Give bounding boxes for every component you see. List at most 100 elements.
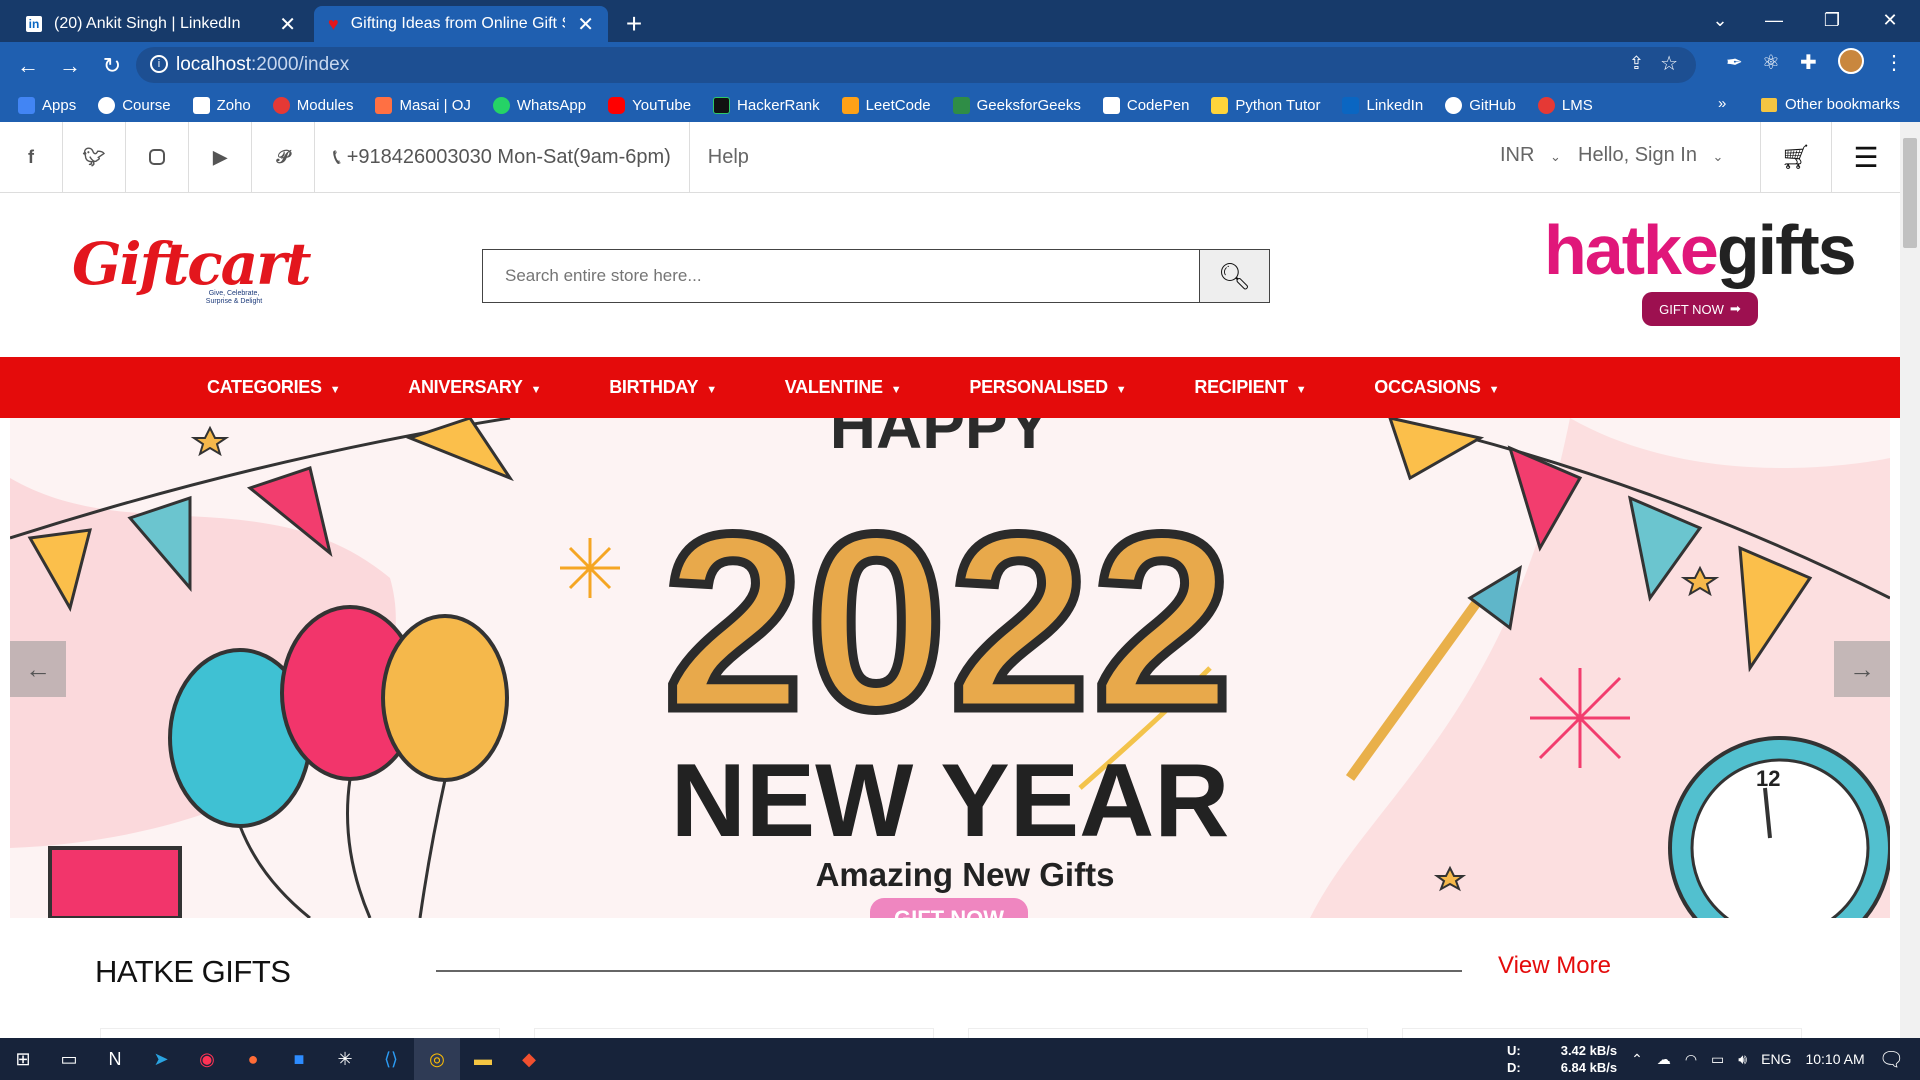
bookmark-apps[interactable]: Apps (18, 97, 76, 114)
bookmarks-overflow-icon[interactable]: » (1718, 95, 1726, 112)
currency-selector[interactable]: INR ⌄ (1500, 144, 1561, 167)
tab-giftcart[interactable]: ♥ Gifting Ideas from Online Gift Sto ✕ (314, 6, 608, 42)
instagram-icon[interactable] (126, 122, 189, 193)
chrome-icon[interactable]: ◎ (414, 1038, 460, 1080)
battery-icon[interactable]: ▭ (1711, 1051, 1724, 1068)
section-title: HATKE GIFTS (95, 954, 291, 989)
bookmark-zoho[interactable]: Zoho (192, 97, 251, 114)
file-explorer-icon[interactable]: ▬ (460, 1038, 506, 1080)
bookmark-lms[interactable]: LMS (1537, 97, 1593, 114)
nav-birthday[interactable]: BIRTHDAY ▼ (609, 377, 717, 398)
postman-icon[interactable]: ● (230, 1038, 276, 1080)
screen-recorder-icon[interactable]: ◉ (184, 1038, 230, 1080)
tab-linkedin[interactable]: in (20) Ankit Singh | LinkedIn ✕ (12, 6, 310, 42)
product-card[interactable] (534, 1028, 934, 1038)
product-card[interactable] (1402, 1028, 1802, 1038)
volume-icon[interactable]: 🔊︎ (1738, 1051, 1747, 1068)
slack-icon[interactable]: ✳ (322, 1038, 368, 1080)
chevron-up-icon[interactable]: ⌃ (1631, 1051, 1643, 1068)
site-info-icon[interactable]: i (150, 55, 168, 73)
bookmark-geeksforgeeks[interactable]: GeeksforGeeks (952, 97, 1081, 114)
facebook-icon[interactable]: f (0, 122, 63, 193)
scrollbar-thumb[interactable] (1903, 138, 1917, 248)
hamburger-menu-button[interactable]: ☰ (1832, 122, 1900, 193)
product-card[interactable] (100, 1028, 500, 1038)
forward-icon[interactable]: → (50, 53, 90, 79)
url-bar[interactable]: i localhost:2000/index ⇪ ☆ (136, 47, 1696, 83)
pen-extension-icon[interactable]: ✒ (1726, 50, 1743, 75)
vscode-icon[interactable]: ⟨⟩ (368, 1038, 414, 1080)
cart-icon: 🛒︎ (1780, 144, 1812, 171)
task-view-icon[interactable]: ▭ (46, 1038, 92, 1080)
nav-valentine[interactable]: VALENTINE ▼ (785, 377, 902, 398)
nav-recipient[interactable]: RECIPIENT ▼ (1194, 377, 1306, 398)
chevron-down-icon: ▼ (1115, 384, 1127, 396)
twitter-icon[interactable]: 🐦︎ (63, 122, 126, 193)
bookmark-course[interactable]: Course (98, 97, 171, 114)
search-button[interactable]: 🔍︎ (1199, 250, 1269, 302)
profile-avatar[interactable] (1838, 48, 1864, 74)
close-tab-icon[interactable]: ✕ (577, 12, 594, 37)
carousel-next-button[interactable]: → (1834, 641, 1890, 697)
phone-icon: 📞︎ (333, 144, 341, 169)
bookmark-leetcode[interactable]: LeetCode (841, 97, 931, 114)
bookmark-hackerrank[interactable]: HackerRank (713, 97, 820, 114)
gift-now-button[interactable]: GIFT NOW ➡ (1642, 292, 1758, 326)
url-host: localhost (176, 54, 251, 75)
pinterest-icon[interactable]: 𝒫 (252, 122, 315, 193)
hatke-gifts-logo[interactable]: hatkegifts GIFT NOW ➡ (1544, 210, 1864, 326)
close-window-icon[interactable]: ✕ (1862, 0, 1918, 40)
product-card[interactable] (968, 1028, 1368, 1038)
restore-icon[interactable]: ❐ (1804, 0, 1860, 40)
notion-icon[interactable]: N (92, 1038, 138, 1080)
giftcart-logo[interactable]: Giftcart Give, Celebrate, Surprise & Del… (72, 230, 312, 310)
clock-time[interactable]: 10:10 AM (1805, 1051, 1864, 1067)
menu-dots-icon[interactable]: ⋮ (1884, 50, 1904, 75)
search-input[interactable] (483, 250, 1199, 302)
bookmark-masai[interactable]: Masai | OJ (375, 97, 471, 114)
bookmark-linkedin[interactable]: LinkedIn (1342, 97, 1423, 114)
new-tab-icon[interactable]: + (616, 6, 652, 42)
menu-icon: ☰ (1853, 142, 1879, 173)
bookmark-codepen[interactable]: CodePen (1102, 97, 1189, 114)
tab-search-icon[interactable]: ⌄ (1692, 0, 1748, 40)
git-icon[interactable]: ◆ (506, 1038, 552, 1080)
bookmark-github[interactable]: GitHub (1445, 97, 1516, 114)
chevron-down-icon: ▼ (329, 384, 341, 396)
extensions-icon[interactable]: ✚ (1800, 50, 1817, 75)
zoom-icon[interactable]: ■ (276, 1038, 322, 1080)
signin-dropdown[interactable]: Hello, Sign In ⌄ (1578, 144, 1723, 167)
bookmark-modules[interactable]: Modules (272, 97, 353, 114)
reload-icon[interactable]: ↻ (92, 53, 132, 79)
bookmark-youtube[interactable]: YouTube (608, 97, 691, 114)
banner-headline: NEW YEAR (671, 743, 1230, 859)
share-icon[interactable]: ⇪ (1629, 53, 1644, 74)
windows-start-icon[interactable]: ⊞ (0, 1038, 46, 1080)
arrow-right-icon: → (1849, 653, 1875, 684)
notification-icon[interactable]: 🗨︎ (1879, 1047, 1904, 1072)
bookmark-whatsapp[interactable]: WhatsApp (492, 97, 586, 114)
hero-banner[interactable]: HAPPY 2022 NEW YEAR Amazing New Gifts GI… (10, 418, 1890, 918)
wifi-icon[interactable]: ◠ (1685, 1051, 1697, 1068)
bookmark-python-tutor[interactable]: Python Tutor (1211, 97, 1320, 114)
phone-contact[interactable]: 📞︎ +918426003030 Mon-Sat(9am-6pm) (315, 122, 690, 193)
nav-categories[interactable]: CATEGORIES ▼ (207, 377, 341, 398)
help-link[interactable]: Help (690, 146, 749, 169)
youtube-icon[interactable]: ▶ (189, 122, 252, 193)
minimize-icon[interactable]: — (1746, 0, 1802, 40)
onedrive-icon[interactable]: ☁ (1657, 1051, 1671, 1068)
view-more-link[interactable]: View More (1498, 952, 1611, 980)
react-devtools-icon[interactable]: ⚛ (1762, 50, 1780, 75)
carousel-prev-button[interactable]: ← (10, 641, 66, 697)
close-tab-icon[interactable]: ✕ (279, 12, 296, 37)
nav-occasions[interactable]: OCCASIONS ▼ (1374, 377, 1499, 398)
nav-personalised[interactable]: PERSONALISED ▼ (969, 377, 1126, 398)
back-icon[interactable]: ← (8, 53, 48, 79)
nav-aniversary[interactable]: ANIVERSARY ▼ (408, 377, 541, 398)
bookmark-star-icon[interactable]: ☆ (1660, 51, 1678, 76)
cart-button[interactable]: 🛒︎ (1760, 122, 1832, 193)
telegram-icon[interactable]: ➤ (138, 1038, 184, 1080)
other-bookmarks[interactable]: Other bookmarks (1760, 96, 1900, 113)
language-indicator[interactable]: ENG (1761, 1051, 1791, 1067)
page-scrollbar[interactable] (1900, 122, 1920, 1038)
